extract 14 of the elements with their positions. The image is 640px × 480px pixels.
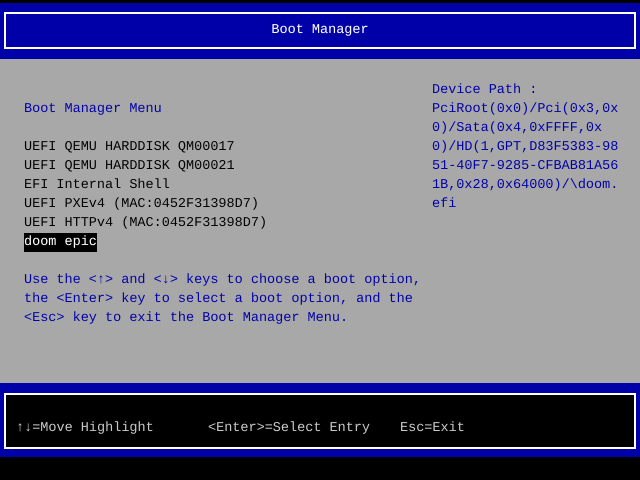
- key-hint: ↑↓=Move Highlight: [16, 420, 155, 438]
- boot-option[interactable]: doom epic: [24, 233, 97, 252]
- boot-option[interactable]: UEFI QEMU HARDDISK QM00017: [24, 138, 235, 157]
- menu-title: Boot Manager Menu: [24, 101, 163, 119]
- key-hint: <Enter>=Select Entry: [208, 420, 372, 438]
- boot-option[interactable]: UEFI HTTPv4 (MAC:0452F31398D7): [24, 214, 268, 233]
- device-path-value: PciRoot(0x0)/Pci(0x3,0x0)/Sata(0x4,0xFFFF,0x0)/HD(1,GPT,D83F5383-9851-40F7-9285-CFBAB81A561B,0x28,0x64000)/\doom.efi: [432, 101, 618, 214]
- boot-option[interactable]: UEFI PXEv4 (MAC:0452F31398D7): [24, 195, 259, 214]
- help-text: Use the <↑> and <↓> keys to choose a boot option, the <Enter> key to select a boot option, and the <Esc> key to exit the Boot Manager Menu.: [24, 272, 422, 328]
- boot-option[interactable]: EFI Internal Shell: [24, 176, 170, 195]
- boot-option[interactable]: UEFI QEMU HARDDISK QM00021: [24, 157, 235, 176]
- screen-title: Boot Manager: [271, 22, 369, 40]
- key-hint: Esc=Exit: [400, 420, 466, 438]
- device-path-label: Device Path :: [432, 82, 538, 100]
